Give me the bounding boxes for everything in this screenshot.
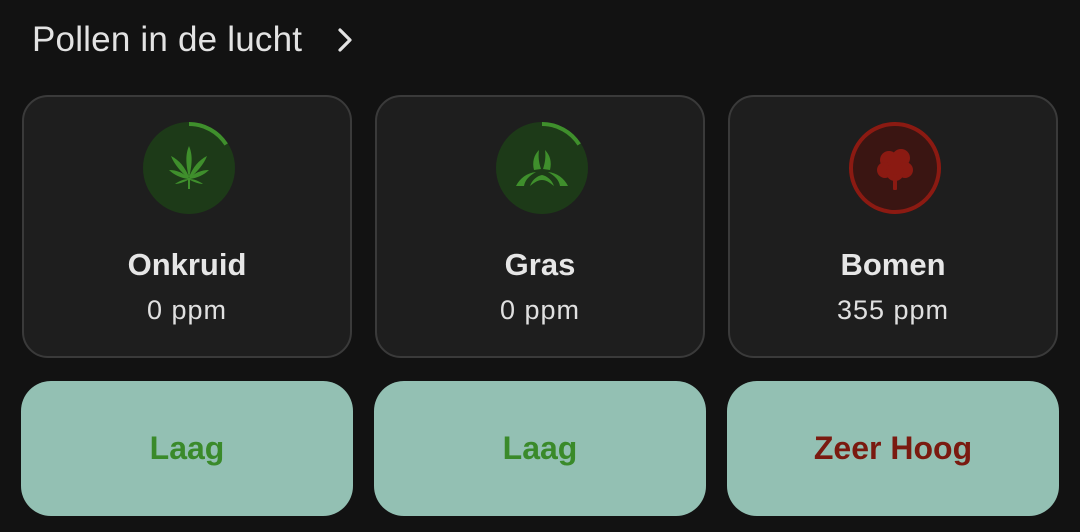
card-value: 0 ppm xyxy=(146,295,228,325)
level-button-trees[interactable]: Zeer Hoog xyxy=(727,381,1059,516)
pollen-card-weeds[interactable]: Onkruid 0 ppm xyxy=(22,95,352,358)
trees-level-ring xyxy=(849,122,941,214)
card-value: 0 ppm xyxy=(499,295,581,325)
chevron-right-icon[interactable] xyxy=(332,27,358,53)
pollen-card-trees[interactable]: Bomen 355 ppm xyxy=(728,95,1058,358)
grass-level-ring xyxy=(496,122,588,214)
card-value: 355 ppm xyxy=(836,295,950,325)
level-button-grass[interactable]: Laag xyxy=(374,381,706,516)
card-name: Bomen xyxy=(840,247,946,282)
card-name: Onkruid xyxy=(127,247,247,282)
section-title: Pollen in de lucht xyxy=(32,20,303,59)
section-header[interactable]: Pollen in de lucht xyxy=(32,18,358,62)
pollen-card-grass[interactable]: Gras 0 ppm xyxy=(375,95,705,358)
level-label: Laag xyxy=(502,430,578,466)
level-label: Zeer Hoog xyxy=(813,430,973,466)
level-button-weeds[interactable]: Laag xyxy=(21,381,353,516)
weeds-level-ring xyxy=(143,122,235,214)
card-name: Gras xyxy=(504,247,576,282)
level-label: Laag xyxy=(149,430,225,466)
